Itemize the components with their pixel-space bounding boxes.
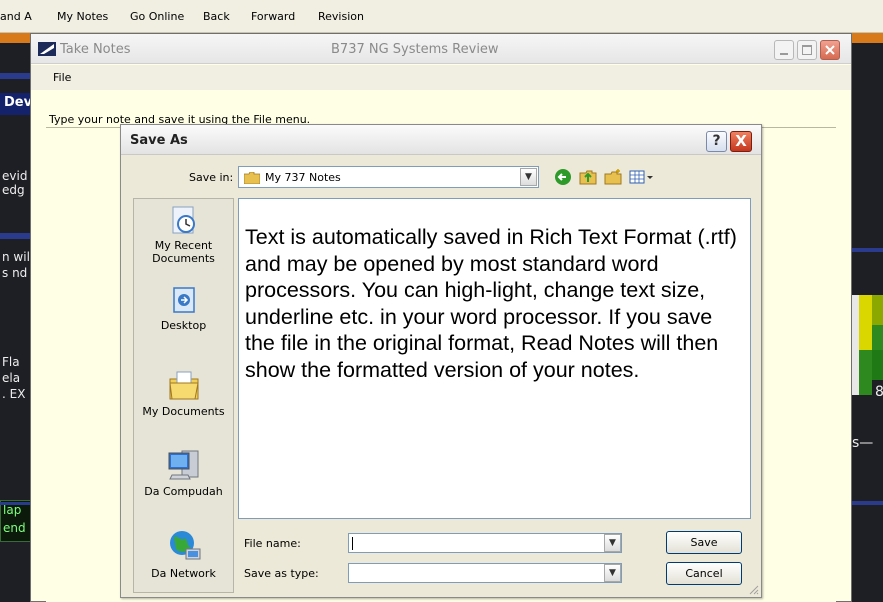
minimize-button[interactable]	[774, 40, 794, 60]
menu-item-go-online[interactable]: Go Online	[130, 10, 184, 23]
place-my-recent-documents[interactable]: My Recent Documents	[134, 205, 233, 265]
place-my-documents[interactable]: My Documents	[134, 369, 233, 418]
place-label: My Recent Documents	[152, 239, 215, 265]
place-label: My Documents	[142, 405, 225, 418]
maximize-icon	[802, 45, 812, 55]
save-as-dialog: Save As ? X Save in: My 737 Notes ▼ My R…	[120, 124, 762, 598]
background-text: s—	[852, 435, 874, 451]
background-text: s nd	[2, 266, 28, 280]
menu-item-forward[interactable]: Forward	[251, 10, 295, 23]
close-icon	[825, 45, 835, 55]
save-in-label: Save in:	[189, 171, 234, 184]
window-subtitle: B737 NG Systems Review	[331, 42, 499, 57]
resize-grip-icon[interactable]	[747, 583, 759, 595]
window-title: Take Notes	[60, 42, 131, 57]
places-bar: My Recent Documents Desktop My Documents	[133, 198, 234, 593]
my-computer-icon	[168, 450, 198, 480]
file-name-label: File name:	[244, 537, 301, 550]
save-as-type-label: Save as type:	[244, 567, 319, 580]
place-label: Desktop	[160, 319, 207, 332]
menu-item-revision[interactable]: Revision	[318, 10, 364, 23]
save-button[interactable]: Save	[666, 531, 742, 554]
blue-stripe	[852, 501, 883, 505]
close-button[interactable]	[820, 40, 840, 60]
menu-item-and-a[interactable]: and A	[0, 10, 32, 23]
my-documents-icon	[168, 371, 199, 400]
dialog-title: Save As	[130, 133, 188, 148]
place-label: Da Compudah	[144, 485, 223, 498]
blue-stripe	[852, 248, 883, 252]
place-da-network[interactable]: Da Network	[134, 527, 233, 580]
file-list-view[interactable]: Text is automatically saved in Rich Text…	[238, 198, 751, 519]
menu-item-my-notes[interactable]: My Notes	[57, 10, 108, 23]
save-as-titlebar: Save As	[121, 125, 761, 155]
maximize-button[interactable]	[797, 40, 817, 60]
place-da-compudah[interactable]: Da Compudah	[134, 447, 233, 498]
recent-documents-icon	[172, 206, 195, 234]
new-folder-icon[interactable]	[603, 168, 623, 186]
background-text: 8	[875, 384, 883, 400]
menu-file[interactable]: File	[53, 71, 71, 84]
take-notes-titlebar: Take Notes B737 NG Systems Review	[31, 34, 851, 64]
chevron-down-icon[interactable]: ▼	[520, 168, 537, 186]
background-app-right: 8 s—	[852, 33, 883, 602]
help-button[interactable]: ?	[706, 131, 727, 152]
place-label: Da Network	[151, 567, 216, 580]
up-folder-icon[interactable]	[578, 168, 598, 186]
view-menu-icon[interactable]	[628, 168, 654, 186]
save-as-type-dropdown[interactable]: ▼	[348, 563, 622, 583]
save-in-value: My 737 Notes	[265, 171, 341, 184]
file-name-input[interactable]: ▼	[348, 533, 622, 553]
chevron-down-icon[interactable]: ▼	[604, 534, 621, 552]
app-menubar: and A My Notes Go Online Back Forward Re…	[0, 0, 883, 33]
folder-icon	[244, 172, 260, 184]
background-text: . EX	[2, 387, 26, 401]
rtf-info-message: Text is automatically saved in Rich Text…	[245, 225, 737, 382]
take-notes-menubar: File	[31, 65, 851, 90]
background-text: n wil	[2, 250, 30, 264]
desktop-icon	[172, 287, 195, 313]
minimize-icon	[780, 53, 788, 55]
menu-item-back[interactable]: Back	[203, 10, 230, 23]
chevron-down-icon[interactable]: ▼	[604, 564, 621, 582]
text-caret	[352, 537, 353, 550]
background-text: ela	[2, 371, 21, 385]
network-icon	[169, 531, 200, 560]
back-arrow-icon[interactable]	[553, 168, 573, 186]
background-text: evid	[2, 169, 28, 183]
orange-stripe	[852, 33, 883, 43]
save-in-dropdown[interactable]: My 737 Notes ▼	[238, 166, 539, 188]
background-text: edg	[2, 183, 25, 197]
dialog-close-button[interactable]: X	[730, 131, 752, 152]
cancel-button[interactable]: Cancel	[666, 562, 742, 585]
place-desktop[interactable]: Desktop	[134, 285, 233, 332]
app-logo-icon	[38, 42, 56, 56]
background-text: Fla	[2, 355, 20, 369]
